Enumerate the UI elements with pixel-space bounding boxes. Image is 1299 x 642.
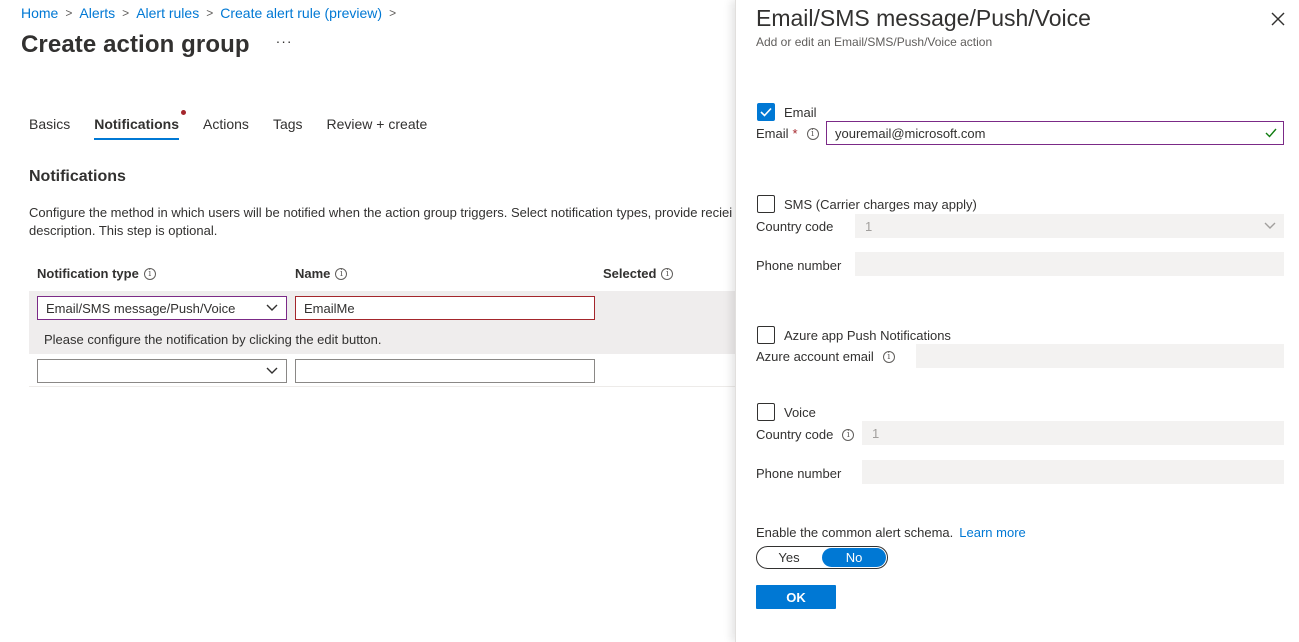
page-title: Create action group	[21, 31, 250, 58]
column-header-name: Name i	[295, 266, 348, 281]
voice-phone-input	[862, 460, 1284, 484]
tab-tags[interactable]: Tags	[273, 116, 303, 140]
email-checkbox[interactable]	[757, 103, 775, 121]
notification-name-value: EmailMe	[304, 300, 355, 316]
chevron-right-icon: >	[65, 6, 73, 20]
voice-country-label: Country code i	[756, 427, 855, 442]
sms-phone-label: Phone number	[756, 258, 842, 273]
sms-checkbox[interactable]	[757, 195, 775, 213]
section-description: Configure the method in which users will…	[29, 205, 733, 238]
panel-title: Email/SMS message/Push/Voice	[756, 5, 1091, 31]
email-field-label: Email * i	[756, 126, 819, 141]
checkmark-icon	[760, 107, 772, 117]
column-header-selected: Selected i	[603, 266, 674, 281]
info-icon[interactable]: i	[842, 428, 855, 441]
email-checkbox-row[interactable]: Email	[757, 103, 817, 121]
chevron-right-icon: >	[122, 6, 130, 20]
chevron-down-icon	[266, 367, 278, 374]
close-icon[interactable]	[1271, 12, 1285, 26]
tab-notifications-label: Notifications	[94, 116, 180, 132]
sms-country-dropdown: 1	[855, 214, 1284, 238]
column-header-selected-label: Selected	[603, 266, 657, 281]
common-alert-schema-label: Enable the common alert schema. Learn mor…	[756, 525, 1026, 540]
row-divider	[29, 386, 735, 387]
tab-actions[interactable]: Actions	[203, 116, 249, 140]
common-alert-schema-text: Enable the common alert schema.	[756, 525, 954, 540]
voice-checkbox[interactable]	[757, 403, 775, 421]
chevron-down-icon	[1264, 222, 1276, 229]
toggle-option-no[interactable]: No	[822, 548, 886, 567]
row-hint-text: Please configure the notification by cli…	[44, 332, 382, 347]
push-checkbox-row[interactable]: Azure app Push Notifications	[757, 326, 951, 344]
push-checkbox-label: Azure app Push Notifications	[784, 327, 951, 343]
page-header: Create action group ···	[21, 31, 293, 59]
ok-button[interactable]: OK	[756, 585, 836, 609]
push-checkbox[interactable]	[757, 326, 775, 344]
sms-country-value: 1	[865, 218, 873, 234]
breadcrumb-home[interactable]: Home	[21, 5, 58, 21]
info-icon[interactable]: i	[882, 350, 895, 363]
create-action-group-page: Home > Alerts > Alert rules > Create ale…	[0, 0, 735, 642]
toggle-option-yes[interactable]: Yes	[757, 547, 821, 568]
voice-country-input: 1	[862, 421, 1284, 445]
tab-notifications[interactable]: Notifications	[94, 110, 187, 140]
chevron-right-icon: >	[389, 6, 397, 20]
notification-name-input-empty[interactable]	[295, 359, 595, 383]
tab-strip: Basics Notifications Actions Tags Review…	[29, 110, 451, 140]
email-input[interactable]: youremail@microsoft.com	[826, 121, 1284, 145]
required-marker: *	[792, 126, 798, 141]
voice-checkbox-label: Voice	[784, 404, 816, 420]
notification-type-dropdown[interactable]: Email/SMS message/Push/Voice	[37, 296, 287, 320]
push-account-label-text: Azure account email	[756, 349, 874, 364]
voice-checkbox-row[interactable]: Voice	[757, 403, 816, 421]
sms-country-label: Country code	[756, 219, 834, 234]
common-alert-schema-toggle[interactable]: Yes No	[756, 546, 888, 569]
column-header-type: Notification type i	[37, 266, 156, 281]
section-title: Notifications	[29, 168, 126, 185]
voice-country-value: 1	[872, 425, 880, 441]
info-icon[interactable]: i	[806, 127, 819, 140]
info-icon[interactable]: i	[661, 267, 674, 280]
more-options-button[interactable]: ···	[276, 33, 293, 49]
email-checkbox-label: Email	[784, 104, 817, 120]
info-icon[interactable]: i	[335, 267, 348, 280]
error-dot-icon	[181, 110, 187, 115]
push-account-input	[916, 344, 1284, 368]
sms-phone-input	[855, 252, 1284, 276]
breadcrumb-create-alert-rule[interactable]: Create alert rule (preview)	[220, 5, 382, 21]
email-label-text: Email	[756, 126, 789, 141]
push-account-label: Azure account email i	[756, 349, 895, 364]
chevron-right-icon: >	[206, 6, 214, 20]
sms-checkbox-row[interactable]: SMS (Carrier charges may apply)	[757, 195, 977, 213]
panel-subtitle: Add or edit an Email/SMS/Push/Voice acti…	[756, 35, 993, 49]
notification-type-dropdown-empty[interactable]	[37, 359, 287, 383]
sms-checkbox-label: SMS (Carrier charges may apply)	[784, 196, 977, 212]
notification-name-input[interactable]: EmailMe	[295, 296, 595, 320]
breadcrumb: Home > Alerts > Alert rules > Create ale…	[21, 5, 403, 21]
email-sms-push-voice-panel: Email/SMS message/Push/Voice Add or edit…	[735, 0, 1299, 642]
email-input-value: youremail@microsoft.com	[835, 125, 986, 141]
breadcrumb-alerts[interactable]: Alerts	[79, 5, 115, 21]
column-header-type-label: Notification type	[37, 266, 139, 281]
voice-country-label-text: Country code	[756, 427, 834, 442]
tab-basics[interactable]: Basics	[29, 116, 70, 140]
notification-type-value: Email/SMS message/Push/Voice	[46, 300, 236, 316]
column-header-name-label: Name	[295, 266, 331, 281]
breadcrumb-alert-rules[interactable]: Alert rules	[136, 5, 199, 21]
valid-check-icon	[1265, 128, 1277, 138]
voice-phone-label: Phone number	[756, 466, 842, 481]
learn-more-link[interactable]: Learn more	[959, 525, 1025, 540]
info-icon[interactable]: i	[143, 267, 156, 280]
chevron-down-icon	[266, 304, 278, 311]
tab-review-create[interactable]: Review + create	[327, 116, 428, 140]
